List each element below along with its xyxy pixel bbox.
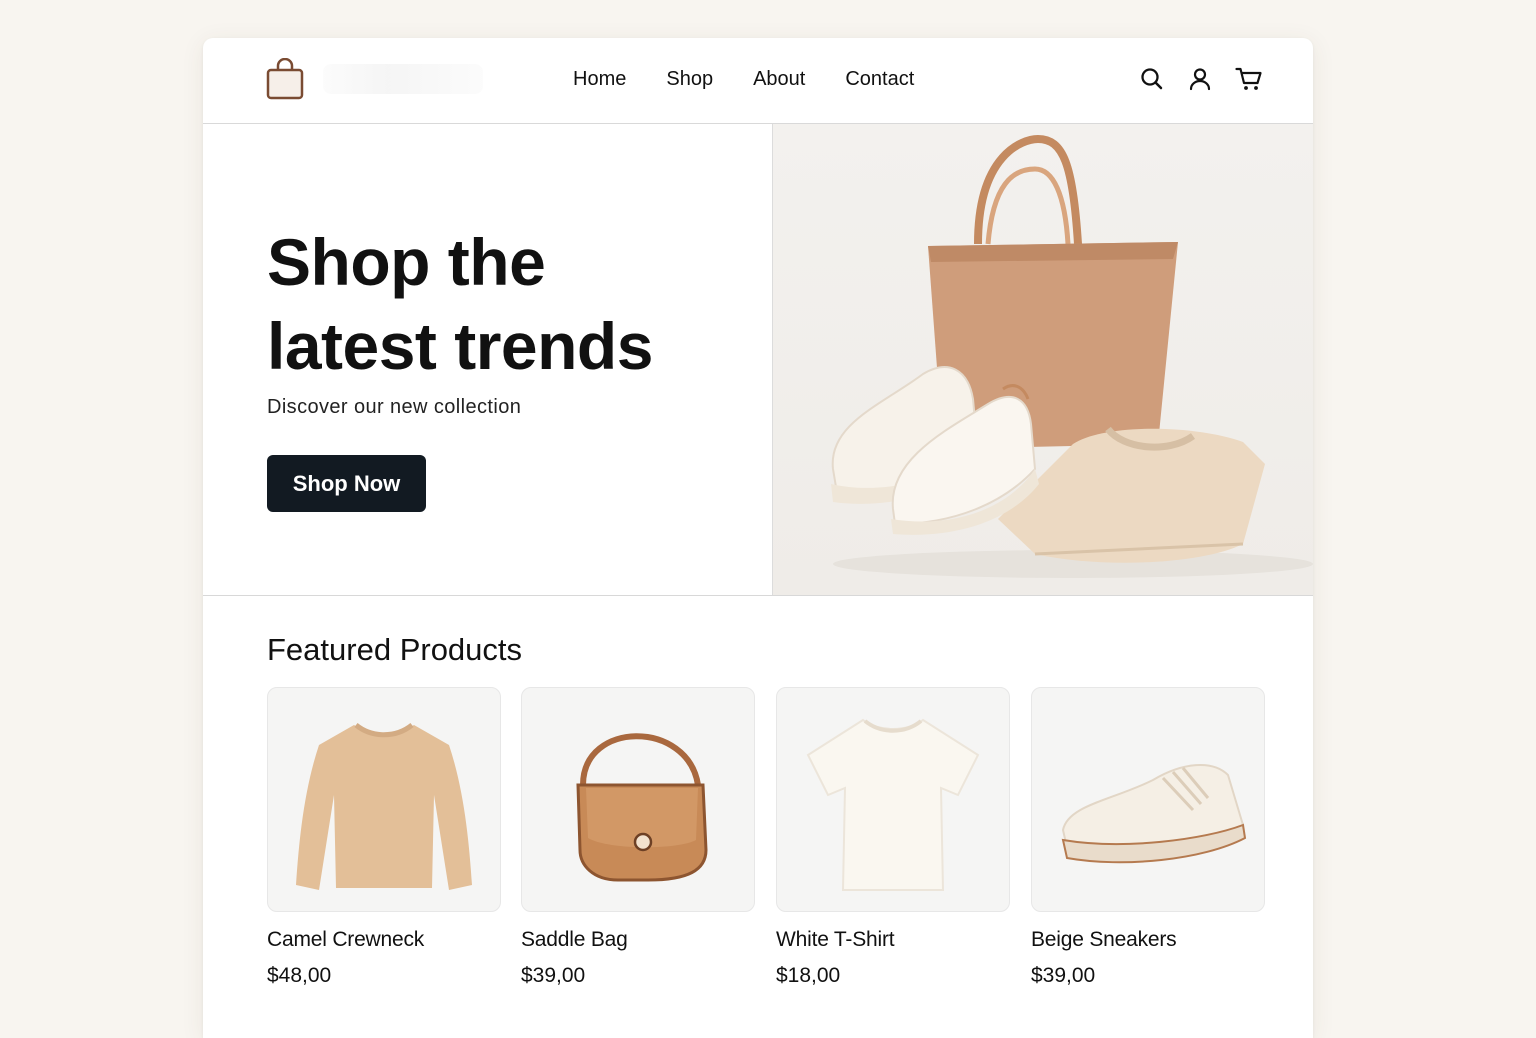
nav-contact[interactable]: Contact — [845, 68, 914, 91]
search-icon[interactable] — [1139, 66, 1165, 92]
product-price: $18,00 — [776, 964, 841, 987]
hero-title-line-2: latest trends — [267, 309, 653, 383]
product-image-crewneck[interactable] — [267, 687, 501, 912]
featured-title: Featured Products — [267, 632, 523, 667]
product-image-sneakers[interactable] — [1031, 687, 1265, 912]
product-card[interactable]: White T-Shirt $18,00 — [776, 687, 1010, 988]
shop-now-button[interactable]: Shop Now — [267, 455, 426, 512]
product-image-saddle-bag[interactable] — [521, 687, 755, 912]
main-nav: Home Shop About Contact — [573, 68, 914, 91]
product-card[interactable]: Saddle Bag $39,00 — [521, 687, 755, 988]
nav-home[interactable]: Home — [573, 68, 626, 91]
storefront-window: Home Shop About Contact Shop the latest … — [203, 38, 1313, 1038]
shopping-bag-icon[interactable] — [265, 57, 305, 100]
product-name[interactable]: Camel Crewneck — [267, 928, 501, 952]
product-image-t-shirt[interactable] — [776, 687, 1010, 912]
product-name[interactable]: Beige Sneakers — [1031, 928, 1265, 952]
hero-text-panel: Shop the latest trends Discover our new … — [203, 124, 772, 594]
nav-about[interactable]: About — [753, 68, 805, 91]
product-price: $39,00 — [521, 964, 586, 987]
product-name[interactable]: Saddle Bag — [521, 928, 755, 952]
product-card[interactable]: Camel Crewneck $48,00 — [267, 687, 501, 988]
product-price: $48,00 — [267, 964, 332, 987]
section-divider — [203, 595, 1313, 596]
user-icon[interactable] — [1187, 66, 1213, 92]
hero-title-line-1: Shop the — [267, 225, 546, 299]
brand-name[interactable] — [323, 64, 483, 94]
nav-shop[interactable]: Shop — [666, 68, 713, 91]
header-actions — [1139, 66, 1262, 92]
product-name[interactable]: White T-Shirt — [776, 928, 1010, 952]
product-card[interactable]: Beige Sneakers $39,00 — [1031, 687, 1265, 988]
site-header: Home Shop About Contact — [203, 38, 1313, 124]
hero-image[interactable] — [772, 124, 1313, 595]
folded-sweater-image — [998, 426, 1265, 563]
product-price: $39,00 — [1031, 964, 1096, 987]
hero-title: Shop the latest trends — [267, 220, 747, 388]
cart-icon[interactable] — [1235, 66, 1262, 92]
hero-subtitle: Discover our new collection — [267, 396, 522, 418]
